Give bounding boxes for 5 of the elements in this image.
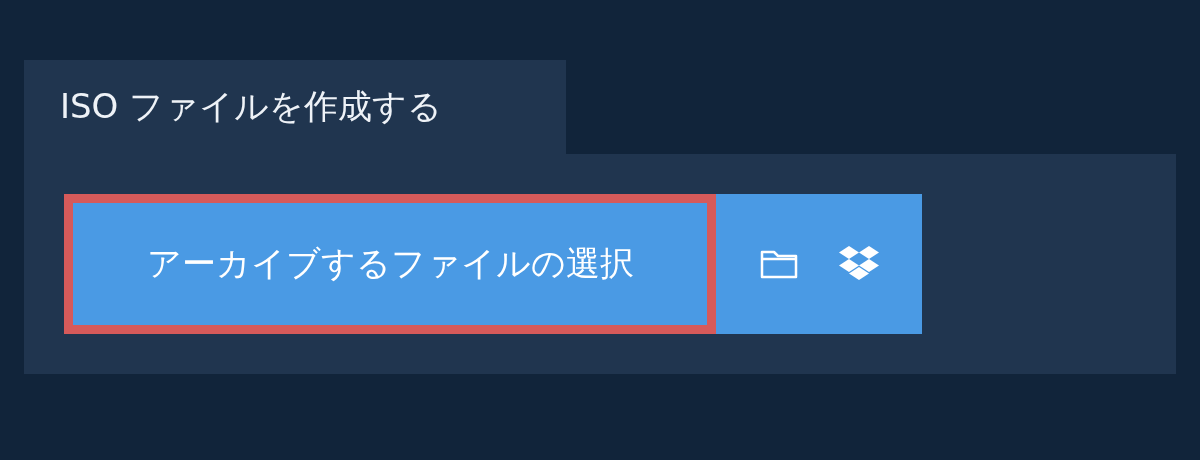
folder-icon bbox=[759, 248, 799, 280]
diamonds-icon bbox=[839, 246, 879, 282]
diamonds-button[interactable] bbox=[839, 246, 879, 282]
tab[interactable]: ISO ファイルを作成する bbox=[24, 60, 566, 154]
folder-button[interactable] bbox=[759, 248, 799, 280]
